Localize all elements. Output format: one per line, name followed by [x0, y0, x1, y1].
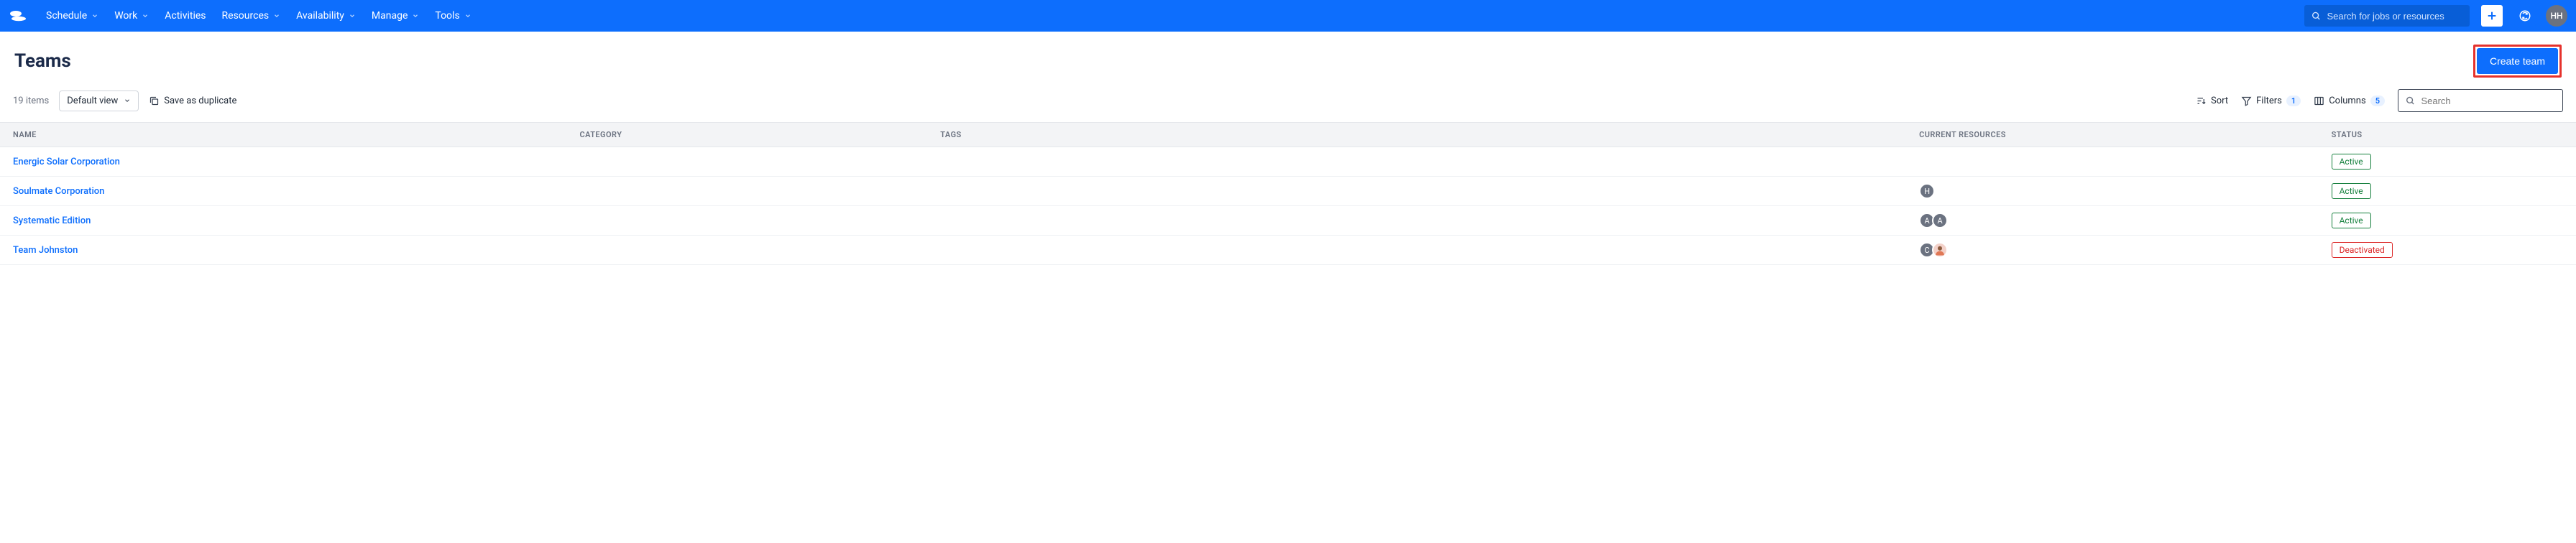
nav-item-availability[interactable]: Availability: [289, 3, 363, 29]
list-toolbar: 19 items Default view Save as duplicate …: [0, 82, 2576, 122]
sync-button[interactable]: [2514, 5, 2536, 27]
chevron-down-icon: [464, 12, 472, 19]
nav-item-work[interactable]: Work: [107, 3, 156, 29]
filter-icon: [2241, 96, 2252, 106]
table-search-input[interactable]: [2421, 96, 2555, 106]
duplicate-icon: [149, 96, 160, 106]
chevron-down-icon: [349, 12, 356, 19]
status-badge: Active: [2332, 213, 2371, 228]
columns-button[interactable]: Columns 5: [2314, 96, 2385, 106]
table-search[interactable]: [2398, 89, 2563, 112]
team-link[interactable]: Systematic Edition: [13, 215, 91, 226]
columns-label: Columns: [2329, 96, 2366, 106]
chevron-down-icon: [273, 12, 280, 19]
logo-icon: [10, 10, 27, 22]
table-row: Energic Solar Corporation Active: [0, 147, 2576, 177]
nav-item-label: Activities: [165, 10, 206, 22]
nav-item-label: Work: [114, 10, 137, 22]
global-search-input[interactable]: [2327, 11, 2462, 22]
status-badge: Deactivated: [2332, 242, 2393, 258]
col-name[interactable]: Name: [0, 123, 566, 147]
chevron-down-icon: [142, 12, 149, 19]
table-row: Soulmate Corporation H Active: [0, 177, 2576, 206]
col-resources[interactable]: Current Resources: [1906, 123, 2318, 147]
resource-avatars: C: [1919, 242, 2305, 258]
save-as-duplicate-button[interactable]: Save as duplicate: [149, 96, 236, 106]
nav-item-tools[interactable]: Tools: [428, 3, 478, 29]
filters-button[interactable]: Filters 1: [2241, 96, 2301, 106]
resource-avatars: H: [1919, 183, 2305, 199]
user-avatar[interactable]: HH: [2546, 5, 2567, 27]
columns-count: 5: [2370, 96, 2385, 106]
sync-icon: [2518, 9, 2531, 22]
table-header: Name Category Tags Current Resources Sta…: [0, 123, 2576, 147]
col-tags[interactable]: Tags: [927, 123, 1906, 147]
view-selector-label: Default view: [67, 96, 118, 106]
team-link[interactable]: Team Johnston: [13, 245, 78, 256]
page-header: Teams Create team: [0, 32, 2576, 82]
col-category[interactable]: Category: [566, 123, 927, 147]
sort-label: Sort: [2211, 96, 2228, 106]
chevron-down-icon: [91, 12, 98, 19]
table-row: Team Johnston C Deactivated: [0, 236, 2576, 265]
status-badge: Active: [2332, 183, 2371, 199]
nav-item-label: Schedule: [46, 10, 87, 22]
filters-label: Filters: [2256, 96, 2282, 106]
plus-icon: [2486, 10, 2498, 22]
nav-item-label: Tools: [435, 10, 459, 22]
app-logo[interactable]: [9, 6, 29, 26]
duplicate-label: Save as duplicate: [164, 96, 236, 106]
create-team-button[interactable]: Create team: [2477, 48, 2558, 74]
toolbar-left: 19 items Default view Save as duplicate: [13, 90, 236, 111]
table-row: Systematic Edition AA Active: [0, 206, 2576, 236]
resource-avatar-image[interactable]: [1932, 242, 1948, 258]
team-link[interactable]: Energic Solar Corporation: [13, 157, 120, 167]
nav-item-label: Manage: [372, 10, 408, 22]
main-nav: Schedule Work Activities Resources Availabil…: [39, 3, 2299, 29]
columns-icon: [2314, 96, 2324, 106]
chevron-down-icon: [412, 12, 419, 19]
search-icon: [2406, 96, 2415, 106]
nav-item-label: Availability: [296, 10, 344, 22]
resource-avatars: AA: [1919, 213, 2305, 228]
toolbar-right: Sort Filters 1 Columns 5: [2196, 89, 2563, 112]
chevron-down-icon: [124, 97, 131, 104]
resource-avatar[interactable]: A: [1932, 213, 1948, 228]
nav-item-resources[interactable]: Resources: [215, 3, 288, 29]
search-icon: [2312, 11, 2321, 22]
status-badge: Active: [2332, 154, 2371, 170]
nav-item-schedule[interactable]: Schedule: [39, 3, 106, 29]
nav-item-label: Resources: [222, 10, 270, 22]
sort-icon: [2196, 96, 2207, 106]
top-nav: Schedule Work Activities Resources Availabil…: [0, 0, 2576, 32]
team-link[interactable]: Soulmate Corporation: [13, 186, 104, 197]
teams-table: Name Category Tags Current Resources Sta…: [0, 122, 2576, 265]
sort-button[interactable]: Sort: [2196, 96, 2228, 106]
table-body: Energic Solar CorporationActiveSoulmate …: [0, 147, 2576, 265]
create-team-highlight: Create team: [2473, 45, 2562, 78]
nav-item-manage[interactable]: Manage: [364, 3, 426, 29]
col-status[interactable]: Status: [2319, 123, 2576, 147]
item-count: 19 items: [13, 96, 49, 106]
global-search[interactable]: [2304, 5, 2470, 27]
filters-count: 1: [2286, 96, 2301, 106]
add-button[interactable]: [2481, 5, 2503, 27]
page-title: Teams: [14, 50, 71, 72]
resource-avatar[interactable]: H: [1919, 183, 1935, 199]
view-selector[interactable]: Default view: [59, 90, 139, 111]
nav-item-activities[interactable]: Activities: [157, 3, 213, 29]
